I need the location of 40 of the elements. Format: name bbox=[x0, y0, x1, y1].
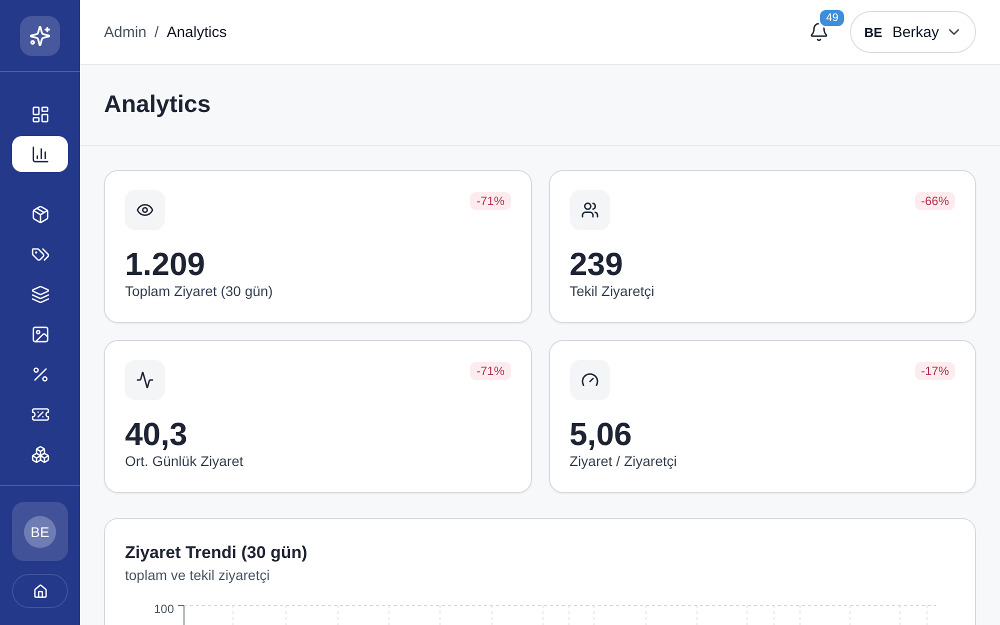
stat-value: 239 bbox=[570, 246, 623, 282]
percent-icon bbox=[30, 364, 50, 384]
breadcrumb-separator: / bbox=[154, 24, 159, 40]
chart-title: Ziyaret Trendi (30 gün) bbox=[125, 542, 308, 564]
boxes-icon bbox=[30, 444, 50, 464]
stat-value: 40,3 bbox=[125, 416, 188, 452]
home-button[interactable] bbox=[12, 574, 68, 608]
stat-label: Ort. Günlük Ziyaret bbox=[125, 452, 244, 470]
stat-value: 5,06 bbox=[570, 416, 632, 452]
user-initials: BE bbox=[864, 24, 882, 40]
breadcrumb-current: Analytics bbox=[166, 24, 227, 40]
home-icon bbox=[32, 584, 48, 598]
change-badge: -17% bbox=[914, 362, 955, 380]
axis-tick-label: 100 bbox=[154, 601, 175, 617]
page-title: Analytics bbox=[104, 91, 211, 119]
notification-count: 49 bbox=[818, 8, 846, 28]
breadcrumb-link[interactable]: Admin bbox=[104, 24, 147, 40]
change-badge: -66% bbox=[914, 192, 955, 210]
package-icon bbox=[30, 204, 50, 224]
eye-icon bbox=[125, 190, 165, 230]
users-icon bbox=[570, 190, 610, 230]
stat-label: Ziyaret / Ziyaretçi bbox=[570, 452, 677, 470]
nav-item[interactable] bbox=[12, 136, 68, 172]
layers-icon bbox=[30, 284, 50, 304]
bar-chart-icon bbox=[30, 144, 50, 164]
user-avatar: BE bbox=[24, 516, 56, 548]
user-menu-button[interactable]: BE Berkay bbox=[850, 11, 976, 53]
gauge-icon bbox=[570, 360, 610, 400]
stat-label: Tekil Ziyaretçi bbox=[570, 282, 654, 300]
chart-subtitle: toplam ve tekil ziyaretçi bbox=[125, 566, 270, 584]
chevron-down-icon bbox=[949, 29, 959, 35]
stat-label: Toplam Ziyaret (30 gün) bbox=[125, 282, 273, 300]
user-menu-button[interactable]: BE bbox=[12, 502, 68, 561]
dashboard-grid-icon bbox=[30, 104, 50, 124]
image-icon bbox=[30, 324, 50, 344]
stat-value: 1.209 bbox=[125, 246, 206, 282]
change-badge: -71% bbox=[470, 362, 510, 380]
bell-icon bbox=[809, 22, 830, 42]
sparkles-logo-icon bbox=[20, 16, 60, 56]
change-badge: -71% bbox=[470, 192, 510, 210]
